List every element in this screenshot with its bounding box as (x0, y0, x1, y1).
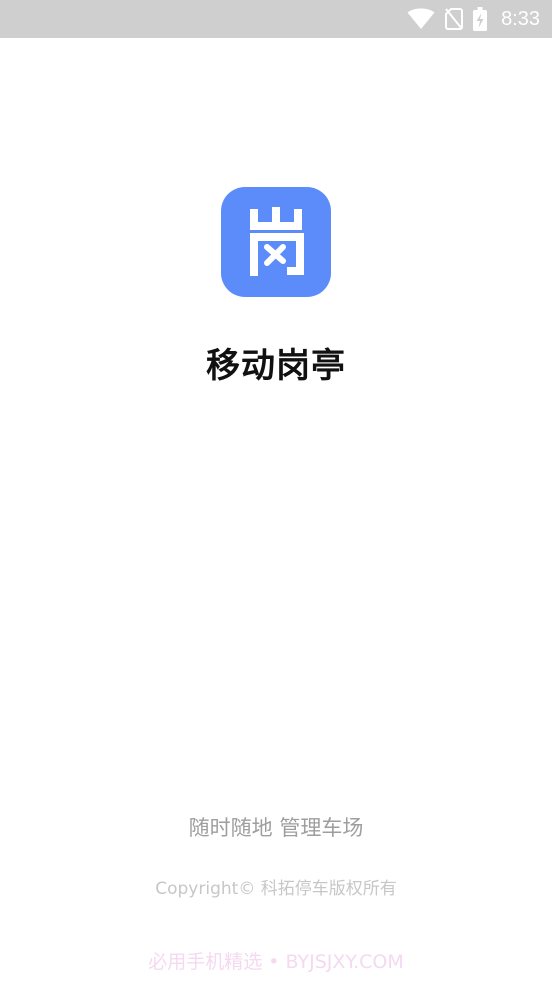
watermark-text: 必用手机精选 • BYJSJXY.COM (148, 951, 404, 973)
status-bar: 8:33 (0, 0, 552, 38)
app-logo (221, 187, 331, 297)
no-sim-icon (445, 8, 464, 30)
wifi-icon (407, 8, 435, 30)
copyright-text: Copyright© 科拓停车版权所有 (155, 879, 397, 899)
splash-screen: 8:33 移动岗亭 随时随地 管理车场 Copyright© 科拓停车版权所有 … (0, 0, 552, 981)
status-icons: 8:33 (407, 0, 540, 38)
status-time: 8:33 (501, 7, 540, 30)
slogan: 随时随地 管理车场 (188, 816, 364, 840)
battery-charging-icon (473, 7, 488, 31)
app-name: 移动岗亭 (206, 346, 346, 386)
